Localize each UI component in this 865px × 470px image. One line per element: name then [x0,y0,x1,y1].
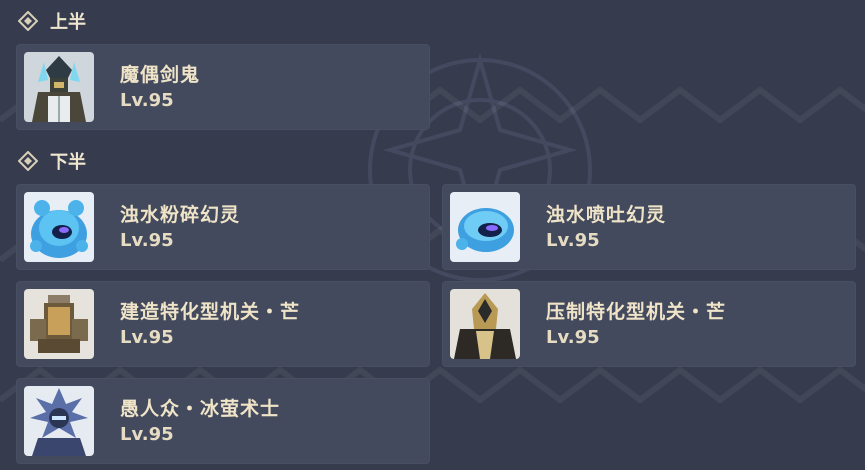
enemy-card[interactable]: 压制特化型机关・芒 Lv.95 [442,281,856,367]
enemy-card[interactable]: 魔偶剑鬼 Lv.95 [16,44,430,130]
enemy-card[interactable]: 建造特化型机关・芒 Lv.95 [16,281,430,367]
fatui-cryo-cicin-mage-icon [24,386,94,456]
enemy-name: 压制特化型机关・芒 [546,301,727,323]
enemy-level: Lv.95 [120,424,174,445]
section-title: 下半 [50,152,86,173]
enemy-card[interactable]: 浊水喷吐幻灵 Lv.95 [442,184,856,270]
enemy-level: Lv.95 [546,327,600,348]
enemy-name: 魔偶剑鬼 [120,64,201,86]
mirror-maiden-shatter-slime-icon [24,192,94,262]
section-title: 上半 [50,12,86,33]
construction-mech-icon [24,289,94,359]
diamond-icon [18,151,38,171]
enemy-name: 浊水喷吐幻灵 [546,204,667,226]
puppet-swordsman-icon [24,52,94,122]
enemy-level: Lv.95 [120,90,174,111]
water-spit-phantasm-icon [450,192,520,262]
section-header-upper: 上半 [18,8,86,34]
enemy-name: 愚人众・冰萤术士 [120,398,281,420]
diamond-icon [18,11,38,31]
enemy-name: 建造特化型机关・芒 [120,301,301,323]
enemy-level: Lv.95 [546,230,600,251]
section-header-lower: 下半 [18,148,86,174]
suppression-mech-icon [450,289,520,359]
enemy-card[interactable]: 浊水粉碎幻灵 Lv.95 [16,184,430,270]
enemy-level: Lv.95 [120,327,174,348]
enemy-name: 浊水粉碎幻灵 [120,204,241,226]
enemy-level: Lv.95 [120,230,174,251]
enemy-card[interactable]: 愚人众・冰萤术士 Lv.95 [16,378,430,464]
